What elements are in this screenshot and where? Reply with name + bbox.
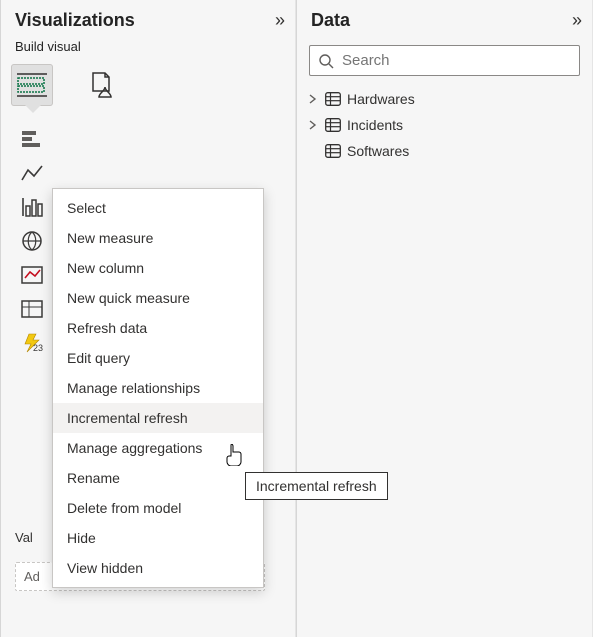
table-icon <box>325 92 341 106</box>
data-title: Data <box>311 10 350 31</box>
build-visual-tab[interactable] <box>11 64 53 106</box>
map-icon[interactable] <box>21 230 43 252</box>
collapse-data-icon[interactable]: » <box>572 10 578 31</box>
fields-tree: Hardwares Incidents Softwares <box>297 86 592 164</box>
ribbon-chart-icon[interactable] <box>21 196 43 218</box>
matrix-icon[interactable] <box>21 298 43 320</box>
table-label: Incidents <box>347 117 403 133</box>
table-hardwares[interactable]: Hardwares <box>305 86 584 112</box>
menu-edit-query[interactable]: Edit query <box>53 343 263 373</box>
table-context-menu: Select New measure New column New quick … <box>52 188 264 588</box>
menu-delete-from-model[interactable]: Delete from model <box>53 493 263 523</box>
menu-view-hidden[interactable]: View hidden <box>53 553 263 583</box>
build-visual-label: Build visual <box>1 37 295 60</box>
format-visual-icon <box>89 71 115 99</box>
svg-text:23: 23 <box>33 343 43 353</box>
table-incidents[interactable]: Incidents <box>305 112 584 138</box>
stacked-bar-chart-icon[interactable] <box>21 128 43 150</box>
table-label: Softwares <box>347 143 409 159</box>
search-fields-input[interactable] <box>342 52 571 69</box>
menu-incremental-refresh[interactable]: Incremental refresh <box>53 403 263 433</box>
table-icon <box>325 144 341 158</box>
build-visual-icon <box>17 73 47 97</box>
line-chart-icon[interactable] <box>21 162 43 184</box>
format-visual-tab[interactable] <box>81 64 123 106</box>
chevron-right-icon <box>309 94 319 104</box>
menu-refresh-data[interactable]: Refresh data <box>53 313 263 343</box>
tooltip-incremental-refresh: Incremental refresh <box>245 472 388 500</box>
table-label: Hardwares <box>347 91 415 107</box>
values-field-label: Val <box>15 530 33 545</box>
search-fields-box[interactable] <box>309 45 580 76</box>
collapse-visualizations-icon[interactable]: » <box>275 10 281 31</box>
menu-hide[interactable]: Hide <box>53 523 263 553</box>
data-pane: Data » Hardwares <box>296 0 593 637</box>
visualizations-title: Visualizations <box>15 10 135 31</box>
menu-manage-relationships[interactable]: Manage relationships <box>53 373 263 403</box>
menu-new-measure[interactable]: New measure <box>53 223 263 253</box>
kpi-icon[interactable] <box>21 264 43 286</box>
table-icon <box>325 118 341 132</box>
table-softwares[interactable]: Softwares <box>305 138 584 164</box>
menu-manage-aggregations[interactable]: Manage aggregations <box>53 433 263 463</box>
power-automate-icon[interactable]: 23 <box>21 332 43 354</box>
search-icon <box>318 53 334 69</box>
menu-select[interactable]: Select <box>53 193 263 223</box>
menu-new-quick-measure[interactable]: New quick measure <box>53 283 263 313</box>
menu-rename[interactable]: Rename <box>53 463 263 493</box>
menu-new-column[interactable]: New column <box>53 253 263 283</box>
chevron-right-icon <box>309 120 319 130</box>
